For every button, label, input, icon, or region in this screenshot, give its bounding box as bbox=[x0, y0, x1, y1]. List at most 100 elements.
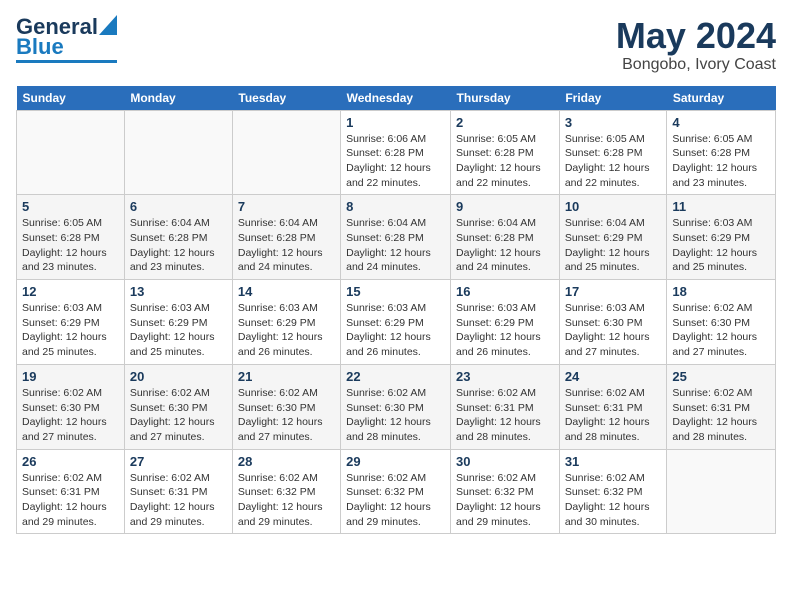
sunrise-text: Sunrise: 6:02 AM bbox=[456, 472, 536, 484]
calendar-body: 1 Sunrise: 6:06 AM Sunset: 6:28 PM Dayli… bbox=[17, 110, 776, 534]
sunrise-text: Sunrise: 6:02 AM bbox=[565, 472, 645, 484]
calendar-cell: 1 Sunrise: 6:06 AM Sunset: 6:28 PM Dayli… bbox=[341, 110, 451, 195]
sunset-text: Sunset: 6:29 PM bbox=[22, 317, 100, 329]
daylight-text: Daylight: 12 hours and 29 minutes. bbox=[456, 501, 541, 528]
sunset-text: Sunset: 6:28 PM bbox=[456, 147, 534, 159]
calendar-cell: 7 Sunrise: 6:04 AM Sunset: 6:28 PM Dayli… bbox=[232, 195, 340, 280]
daylight-text: Daylight: 12 hours and 27 minutes. bbox=[238, 416, 323, 443]
day-number: 3 bbox=[565, 115, 662, 130]
day-info: Sunrise: 6:05 AM Sunset: 6:28 PM Dayligh… bbox=[565, 132, 662, 191]
day-info: Sunrise: 6:02 AM Sunset: 6:31 PM Dayligh… bbox=[130, 471, 227, 530]
daylight-text: Daylight: 12 hours and 27 minutes. bbox=[130, 416, 215, 443]
daylight-text: Daylight: 12 hours and 22 minutes. bbox=[565, 162, 650, 189]
day-number: 13 bbox=[130, 284, 227, 299]
day-number: 8 bbox=[346, 199, 445, 214]
day-info: Sunrise: 6:05 AM Sunset: 6:28 PM Dayligh… bbox=[22, 216, 119, 275]
calendar-cell bbox=[232, 110, 340, 195]
calendar-cell: 31 Sunrise: 6:02 AM Sunset: 6:32 PM Dayl… bbox=[559, 449, 667, 534]
header-saturday: Saturday bbox=[667, 86, 776, 111]
day-info: Sunrise: 6:04 AM Sunset: 6:28 PM Dayligh… bbox=[130, 216, 227, 275]
daylight-text: Daylight: 12 hours and 27 minutes. bbox=[565, 331, 650, 358]
calendar-week-row: 19 Sunrise: 6:02 AM Sunset: 6:30 PM Dayl… bbox=[17, 364, 776, 449]
day-number: 27 bbox=[130, 454, 227, 469]
daylight-text: Daylight: 12 hours and 27 minutes. bbox=[22, 416, 107, 443]
day-number: 14 bbox=[238, 284, 335, 299]
calendar-cell: 12 Sunrise: 6:03 AM Sunset: 6:29 PM Dayl… bbox=[17, 280, 125, 365]
day-number: 12 bbox=[22, 284, 119, 299]
calendar-cell: 13 Sunrise: 6:03 AM Sunset: 6:29 PM Dayl… bbox=[124, 280, 232, 365]
calendar-table: Sunday Monday Tuesday Wednesday Thursday… bbox=[16, 86, 776, 535]
sunset-text: Sunset: 6:28 PM bbox=[346, 232, 424, 244]
day-info: Sunrise: 6:02 AM Sunset: 6:32 PM Dayligh… bbox=[456, 471, 554, 530]
sunrise-text: Sunrise: 6:04 AM bbox=[238, 217, 318, 229]
sunrise-text: Sunrise: 6:03 AM bbox=[565, 302, 645, 314]
day-info: Sunrise: 6:02 AM Sunset: 6:30 PM Dayligh… bbox=[346, 386, 445, 445]
calendar-cell: 14 Sunrise: 6:03 AM Sunset: 6:29 PM Dayl… bbox=[232, 280, 340, 365]
day-number: 31 bbox=[565, 454, 662, 469]
calendar-week-row: 1 Sunrise: 6:06 AM Sunset: 6:28 PM Dayli… bbox=[17, 110, 776, 195]
sunrise-text: Sunrise: 6:04 AM bbox=[565, 217, 645, 229]
logo-arrow-icon bbox=[99, 15, 117, 35]
sunset-text: Sunset: 6:29 PM bbox=[130, 317, 208, 329]
calendar-cell: 15 Sunrise: 6:03 AM Sunset: 6:29 PM Dayl… bbox=[341, 280, 451, 365]
sunset-text: Sunset: 6:29 PM bbox=[456, 317, 534, 329]
day-info: Sunrise: 6:04 AM Sunset: 6:28 PM Dayligh… bbox=[238, 216, 335, 275]
sunset-text: Sunset: 6:29 PM bbox=[565, 232, 643, 244]
daylight-text: Daylight: 12 hours and 22 minutes. bbox=[456, 162, 541, 189]
calendar-cell: 30 Sunrise: 6:02 AM Sunset: 6:32 PM Dayl… bbox=[451, 449, 560, 534]
daylight-text: Daylight: 12 hours and 23 minutes. bbox=[130, 247, 215, 274]
sunrise-text: Sunrise: 6:03 AM bbox=[238, 302, 318, 314]
day-info: Sunrise: 6:02 AM Sunset: 6:31 PM Dayligh… bbox=[672, 386, 770, 445]
sunset-text: Sunset: 6:30 PM bbox=[346, 402, 424, 414]
calendar-subtitle: Bongobo, Ivory Coast bbox=[616, 56, 776, 74]
day-number: 25 bbox=[672, 369, 770, 384]
sunset-text: Sunset: 6:32 PM bbox=[346, 486, 424, 498]
calendar-cell: 9 Sunrise: 6:04 AM Sunset: 6:28 PM Dayli… bbox=[451, 195, 560, 280]
header-wednesday: Wednesday bbox=[341, 86, 451, 111]
daylight-text: Daylight: 12 hours and 28 minutes. bbox=[565, 416, 650, 443]
sunrise-text: Sunrise: 6:03 AM bbox=[346, 302, 426, 314]
daylight-text: Daylight: 12 hours and 26 minutes. bbox=[456, 331, 541, 358]
daylight-text: Daylight: 12 hours and 24 minutes. bbox=[346, 247, 431, 274]
calendar-cell: 17 Sunrise: 6:03 AM Sunset: 6:30 PM Dayl… bbox=[559, 280, 667, 365]
sunrise-text: Sunrise: 6:05 AM bbox=[672, 133, 752, 145]
day-info: Sunrise: 6:03 AM Sunset: 6:29 PM Dayligh… bbox=[456, 301, 554, 360]
sunrise-text: Sunrise: 6:02 AM bbox=[346, 387, 426, 399]
day-info: Sunrise: 6:03 AM Sunset: 6:30 PM Dayligh… bbox=[565, 301, 662, 360]
sunrise-text: Sunrise: 6:02 AM bbox=[672, 302, 752, 314]
day-info: Sunrise: 6:03 AM Sunset: 6:29 PM Dayligh… bbox=[346, 301, 445, 360]
daylight-text: Daylight: 12 hours and 28 minutes. bbox=[672, 416, 757, 443]
sunset-text: Sunset: 6:28 PM bbox=[565, 147, 643, 159]
sunset-text: Sunset: 6:28 PM bbox=[130, 232, 208, 244]
header-friday: Friday bbox=[559, 86, 667, 111]
sunrise-text: Sunrise: 6:03 AM bbox=[130, 302, 210, 314]
weekday-header-row: Sunday Monday Tuesday Wednesday Thursday… bbox=[17, 86, 776, 111]
calendar-header: Sunday Monday Tuesday Wednesday Thursday… bbox=[17, 86, 776, 111]
sunset-text: Sunset: 6:31 PM bbox=[672, 402, 750, 414]
day-number: 6 bbox=[130, 199, 227, 214]
day-number: 1 bbox=[346, 115, 445, 130]
daylight-text: Daylight: 12 hours and 26 minutes. bbox=[238, 331, 323, 358]
sunset-text: Sunset: 6:28 PM bbox=[456, 232, 534, 244]
calendar-cell: 10 Sunrise: 6:04 AM Sunset: 6:29 PM Dayl… bbox=[559, 195, 667, 280]
sunrise-text: Sunrise: 6:04 AM bbox=[130, 217, 210, 229]
day-number: 19 bbox=[22, 369, 119, 384]
sunrise-text: Sunrise: 6:03 AM bbox=[672, 217, 752, 229]
daylight-text: Daylight: 12 hours and 24 minutes. bbox=[456, 247, 541, 274]
day-info: Sunrise: 6:02 AM Sunset: 6:31 PM Dayligh… bbox=[456, 386, 554, 445]
day-info: Sunrise: 6:04 AM Sunset: 6:29 PM Dayligh… bbox=[565, 216, 662, 275]
sunrise-text: Sunrise: 6:02 AM bbox=[346, 472, 426, 484]
calendar-cell: 3 Sunrise: 6:05 AM Sunset: 6:28 PM Dayli… bbox=[559, 110, 667, 195]
sunrise-text: Sunrise: 6:05 AM bbox=[22, 217, 102, 229]
sunrise-text: Sunrise: 6:05 AM bbox=[456, 133, 536, 145]
calendar-week-row: 26 Sunrise: 6:02 AM Sunset: 6:31 PM Dayl… bbox=[17, 449, 776, 534]
page-header: General Blue May 2024 Bongobo, Ivory Coa… bbox=[16, 16, 776, 74]
daylight-text: Daylight: 12 hours and 23 minutes. bbox=[672, 162, 757, 189]
sunset-text: Sunset: 6:31 PM bbox=[130, 486, 208, 498]
day-info: Sunrise: 6:04 AM Sunset: 6:28 PM Dayligh… bbox=[456, 216, 554, 275]
calendar-cell: 23 Sunrise: 6:02 AM Sunset: 6:31 PM Dayl… bbox=[451, 364, 560, 449]
day-number: 30 bbox=[456, 454, 554, 469]
calendar-cell: 2 Sunrise: 6:05 AM Sunset: 6:28 PM Dayli… bbox=[451, 110, 560, 195]
sunrise-text: Sunrise: 6:05 AM bbox=[565, 133, 645, 145]
day-info: Sunrise: 6:03 AM Sunset: 6:29 PM Dayligh… bbox=[22, 301, 119, 360]
